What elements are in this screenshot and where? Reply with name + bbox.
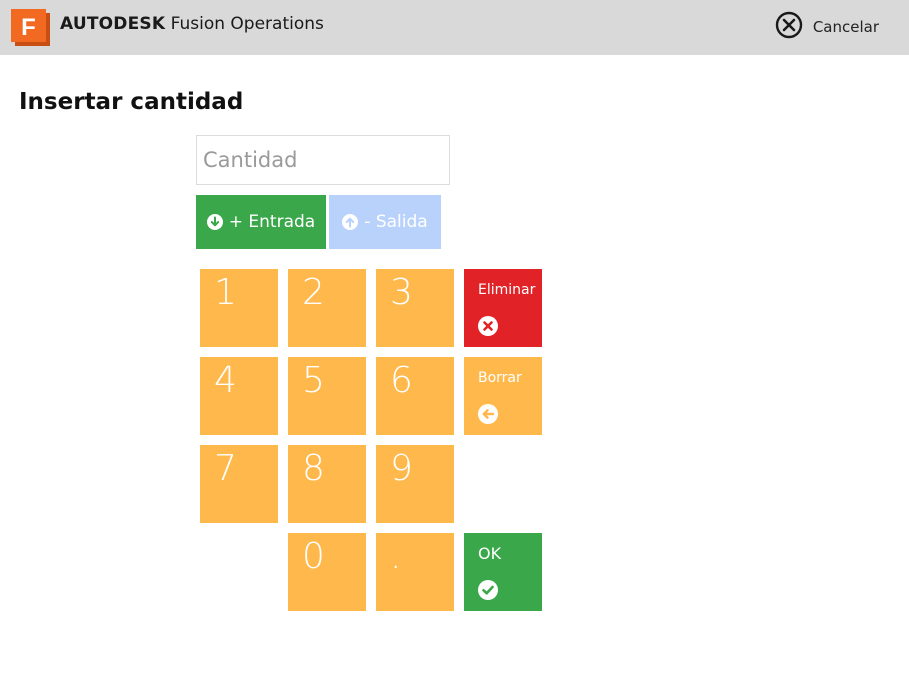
backspace-button[interactable]: Borrar (464, 357, 542, 435)
cancel-button[interactable]: Cancelar (775, 11, 879, 43)
key-1-label: 1 (214, 272, 237, 313)
check-circle-icon (478, 580, 498, 604)
exit-label: - Salida (364, 212, 428, 232)
brand-product: Fusion Operations (170, 14, 324, 34)
delete-label: Eliminar (478, 282, 536, 298)
key-6-label: 6 (390, 360, 413, 401)
ok-button[interactable]: OK (464, 533, 542, 611)
key-0[interactable]: 0 (288, 533, 366, 611)
close-circle-icon (775, 11, 803, 43)
top-bar: F AUTODESK Fusion Operations Cancelar (0, 0, 909, 55)
exit-button[interactable]: - Salida (329, 195, 441, 249)
page-title: Insertar cantidad (19, 89, 244, 115)
entry-label: + Entrada (228, 212, 316, 232)
key-9[interactable]: 9 (376, 445, 454, 523)
key-decimal[interactable]: . (376, 533, 454, 611)
key-3-label: 3 (390, 272, 413, 313)
quantity-input[interactable] (196, 135, 450, 185)
key-7-label: 7 (214, 448, 237, 489)
key-6[interactable]: 6 (376, 357, 454, 435)
key-0-label: 0 (302, 536, 325, 577)
logo-letter: F (21, 14, 36, 41)
key-2[interactable]: 2 (288, 269, 366, 347)
key-8[interactable]: 8 (288, 445, 366, 523)
delete-button[interactable]: Eliminar (464, 269, 542, 347)
backspace-label: Borrar (478, 370, 522, 386)
arrow-down-circle-icon (206, 214, 223, 230)
brand-name: AUTODESK Fusion Operations (60, 14, 324, 34)
arrow-up-circle-icon (342, 214, 359, 230)
key-8-label: 8 (302, 448, 325, 489)
arrow-left-circle-icon (478, 404, 498, 428)
key-5-label: 5 (302, 360, 325, 401)
entry-button[interactable]: + Entrada (196, 195, 326, 249)
x-circle-icon (478, 316, 498, 340)
key-1[interactable]: 1 (200, 269, 278, 347)
key-2-label: 2 (302, 272, 325, 313)
key-4-label: 4 (214, 360, 237, 401)
key-4[interactable]: 4 (200, 357, 278, 435)
cancel-label: Cancelar (812, 18, 879, 36)
ok-label: OK (478, 544, 502, 563)
brand-autodesk: AUTODESK (60, 14, 166, 34)
key-7[interactable]: 7 (200, 445, 278, 523)
key-9-label: 9 (390, 448, 413, 489)
key-decimal-label: . (390, 536, 402, 577)
fusion-logo-icon: F (11, 9, 50, 46)
key-3[interactable]: 3 (376, 269, 454, 347)
key-5[interactable]: 5 (288, 357, 366, 435)
